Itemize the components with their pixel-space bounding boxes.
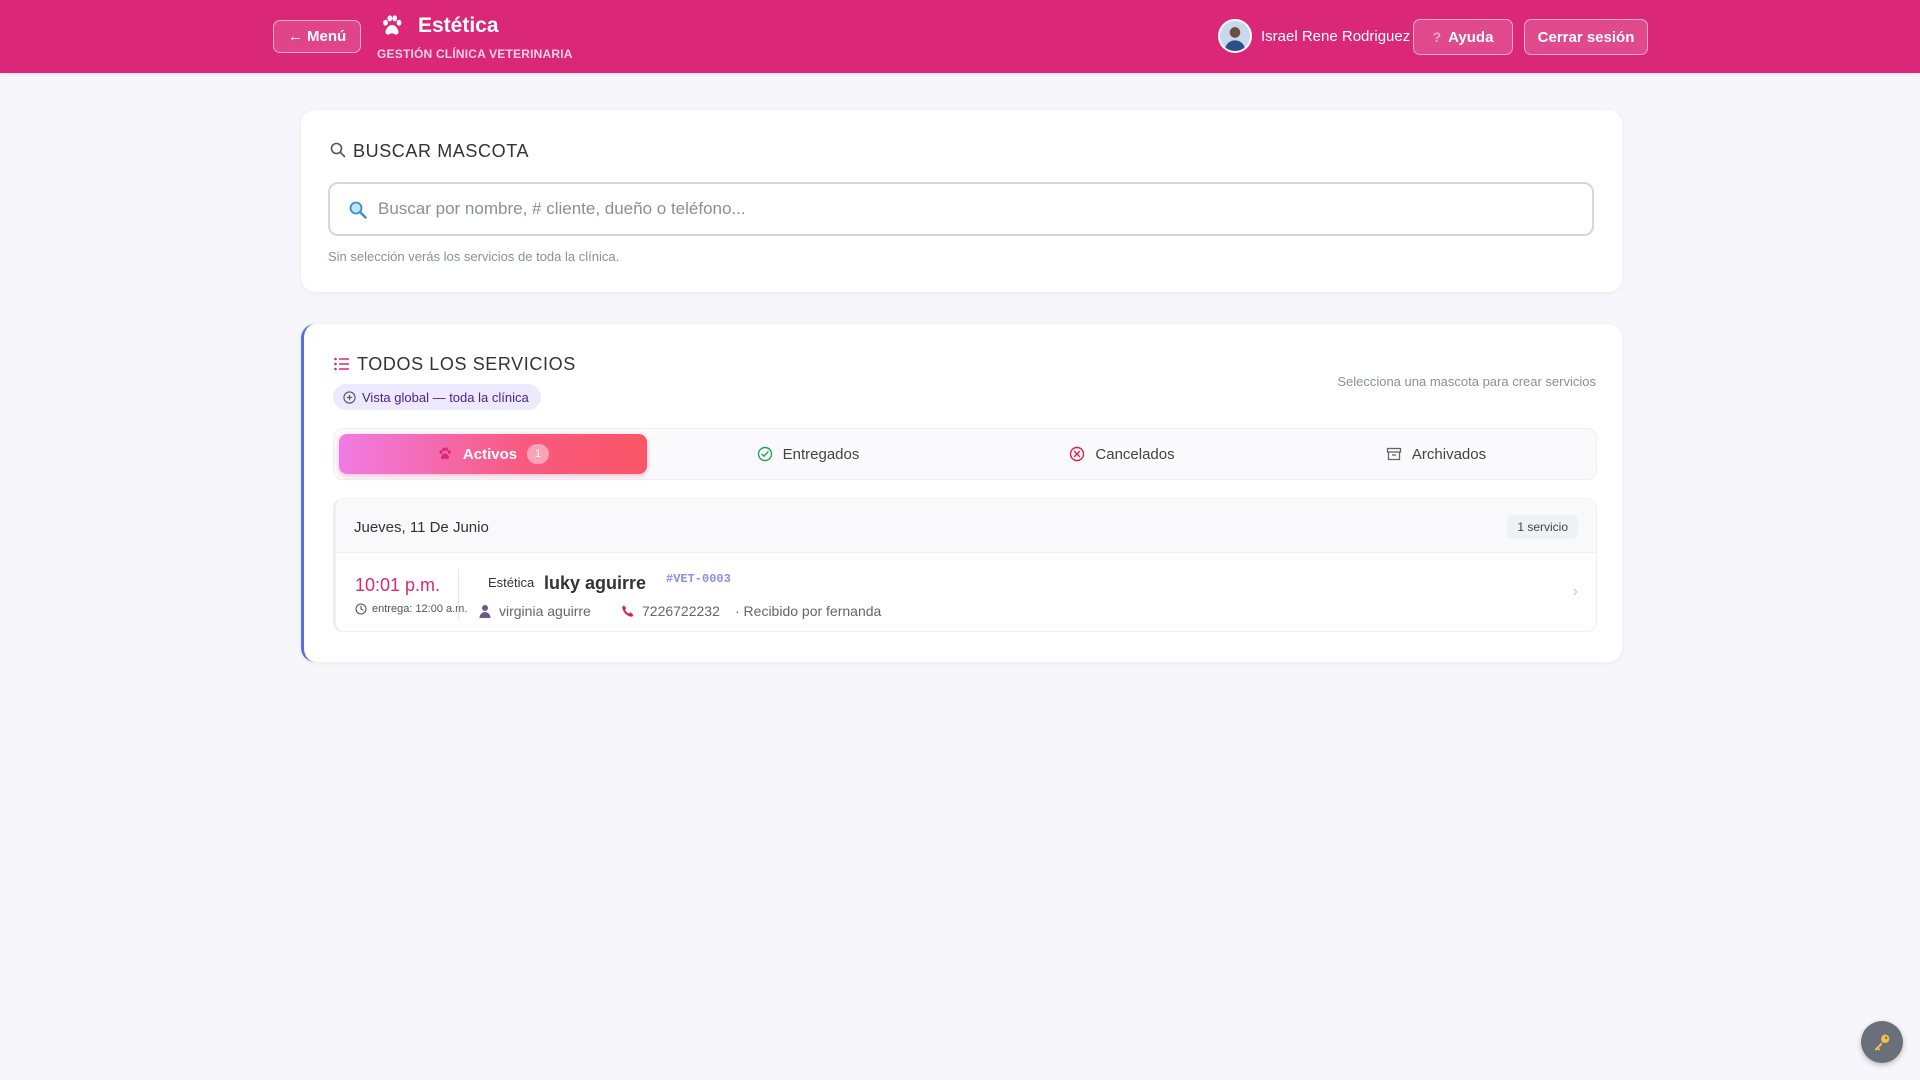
tab-entregados[interactable]: Entregados	[654, 434, 962, 474]
plus-circle-icon	[343, 390, 356, 404]
tab-archivados[interactable]: Archivados	[1282, 434, 1590, 474]
search-title: BUSCAR MASCOTA	[353, 141, 530, 161]
date-group-header: Jueves, 11 De Junio 1 servicio	[336, 499, 1596, 553]
row-divider	[458, 569, 459, 619]
page-title: Estética	[418, 14, 499, 37]
service-row[interactable]: 10:01 p.m. entrega: 12:00 a.m. Estética …	[336, 553, 1596, 631]
delivery-label: entrega: 12:00 a.m.	[372, 603, 468, 615]
service-type: Estética	[488, 575, 535, 590]
x-circle-icon	[1070, 446, 1085, 462]
create-hint: Selecciona una mascota para crear servic…	[1337, 374, 1596, 389]
service-count-badge: 1 servicio	[1507, 515, 1578, 539]
owner-label: virginia aguirre	[499, 603, 591, 619]
services-title: TODOS LOS SERVICIOS	[357, 354, 576, 374]
phone-number: 7226722232	[621, 603, 720, 619]
avatar[interactable]	[1218, 19, 1252, 53]
magnifier-icon	[349, 201, 367, 219]
paw-icon	[439, 447, 451, 460]
pet-id: #VET-0003	[666, 572, 731, 586]
page-subtitle: GESTIÓN CLÍNICA VETERINARIA	[377, 47, 573, 61]
service-time: 10:01 p.m.	[355, 575, 441, 595]
logout-button[interactable]: Cerrar sesión	[1524, 19, 1648, 55]
owner-name: virginia aguirre	[478, 603, 591, 619]
global-view-label: Vista global — toda la clínica	[362, 389, 529, 405]
paw-icon	[383, 15, 402, 35]
user-name: Israel Rene Rodriguez	[1261, 28, 1411, 45]
archive-icon	[1386, 447, 1402, 461]
tab-activos[interactable]: Activos 1	[339, 434, 647, 474]
person-icon	[479, 605, 491, 618]
tab-archivados-label: Archivados	[1411, 445, 1487, 463]
phone-icon	[622, 605, 634, 617]
top-header: ← Menú Estética GESTIÓN CLÍNICA VETERINA…	[0, 0, 1920, 73]
user-avatar-icon	[1220, 21, 1250, 51]
tab-cancelados-label: Cancelados	[1095, 445, 1175, 463]
clock-icon	[355, 603, 367, 615]
pet-name: luky aguirre	[544, 573, 647, 593]
tab-activos-count: 1	[527, 444, 550, 464]
global-view-badge: Vista global — toda la clínica	[333, 384, 541, 410]
tab-activos-label: Activos	[462, 445, 518, 463]
received-by: · Recibido por fernanda	[735, 603, 882, 619]
search-icon	[330, 142, 346, 158]
key-button[interactable]	[1861, 1021, 1903, 1063]
key-icon	[1874, 1034, 1890, 1051]
date-group: Jueves, 11 De Junio 1 servicio 10:01 p.m…	[333, 498, 1597, 632]
tab-cancelados[interactable]: Cancelados	[968, 434, 1276, 474]
menu-button[interactable]: ← Menú	[273, 20, 361, 53]
tab-entregados-label: Entregados	[782, 445, 860, 463]
delivery-time: entrega: 12:00 a.m.	[355, 603, 467, 615]
question-icon: ?	[1432, 29, 1442, 45]
search-hint: Sin selección verás los servicios de tod…	[328, 249, 620, 264]
chevron-right-icon: ›	[1572, 583, 1578, 600]
phone-label: 7226722232	[642, 603, 720, 619]
check-circle-icon	[757, 446, 772, 462]
date-label: Jueves, 11 De Junio	[354, 519, 489, 536]
search-box	[328, 182, 1594, 236]
help-label: Ayuda	[1448, 28, 1494, 46]
search-card: BUSCAR MASCOTA Sin selección verás los s…	[301, 110, 1622, 292]
help-button[interactable]: ? Ayuda	[1413, 19, 1513, 55]
services-card: TODOS LOS SERVICIOS Vista global — toda …	[301, 324, 1622, 662]
status-tabs: Activos 1 Entregados Cancelados Archivad…	[333, 428, 1597, 480]
list-icon	[334, 357, 349, 371]
search-input[interactable]	[378, 194, 1578, 224]
